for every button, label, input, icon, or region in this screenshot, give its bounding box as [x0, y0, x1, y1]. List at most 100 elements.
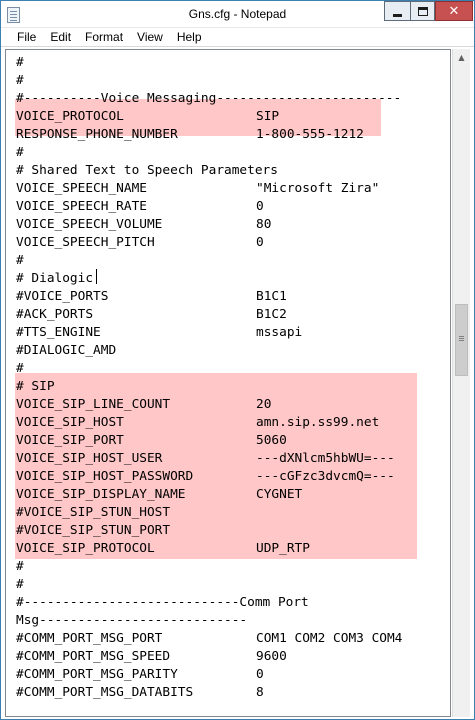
text-line: VOICE_SIP_HOST_PASSWORD ---cGFzc3dvcmQ=--…: [16, 468, 402, 486]
text-line: #: [16, 144, 402, 162]
line-key: #: [16, 577, 24, 592]
text-line: VOICE_SIP_PORT 5060: [16, 432, 402, 450]
menu-format[interactable]: Format: [77, 30, 129, 44]
text-caret: [96, 269, 97, 284]
line-key: #ACK_PORTS: [16, 307, 94, 322]
line-value: 8: [256, 685, 264, 700]
line-key: Msg---------------------------: [16, 613, 248, 628]
text-line: #DIALOGIC_AMD: [16, 342, 402, 360]
line-value: 9600: [256, 649, 287, 664]
menu-view[interactable]: View: [129, 30, 169, 44]
line-key: #VOICE_PORTS: [16, 289, 109, 304]
title-bar[interactable]: Gns.cfg - Notepad ✕: [1, 1, 474, 28]
text-line: VOICE_SIP_HOST amn.sip.ss99.net: [16, 414, 402, 432]
text-line: # Dialogic: [16, 270, 402, 288]
line-value: 0: [256, 235, 264, 250]
line-key: VOICE_SIP_HOST_USER: [16, 451, 163, 466]
vertical-scrollbar[interactable]: ▲: [452, 49, 470, 717]
line-value: COM1 COM2 COM3 COM4: [256, 631, 403, 646]
line-key: VOICE_SPEECH_RATE: [16, 199, 147, 214]
line-key: VOICE_SPEECH_NAME: [16, 181, 147, 196]
text-line: #TTS_ENGINE mssapi: [16, 324, 402, 342]
line-value: mssapi: [256, 325, 303, 340]
line-key: VOICE_SIP_DISPLAY_NAME: [16, 487, 186, 502]
line-key: VOICE_SIP_PROTOCOL: [16, 541, 155, 556]
line-key: VOICE_SIP_HOST: [16, 415, 124, 430]
line-key: VOICE_SPEECH_VOLUME: [16, 217, 163, 232]
line-key: #VOICE_SIP_STUN_PORT: [16, 523, 171, 538]
close-icon: ✕: [448, 3, 460, 19]
line-value: B1C2: [256, 307, 287, 322]
text-line: #----------------------------Comm Port: [16, 594, 402, 612]
line-key: RESPONSE_PHONE_NUMBER: [16, 127, 178, 142]
text-line: Msg---------------------------: [16, 612, 402, 630]
line-key: #: [16, 361, 24, 376]
text-line: VOICE_SPEECH_VOLUME 80: [16, 216, 402, 234]
menu-edit[interactable]: Edit: [42, 30, 77, 44]
maximize-icon: [417, 6, 428, 16]
line-value: 1-800-555-1212: [256, 127, 364, 142]
line-key: #COMM_PORT_MSG_SPEED: [16, 649, 171, 664]
line-key: #VOICE_SIP_STUN_HOST: [16, 505, 171, 520]
line-value: ---cGFzc3dvcmQ=---: [256, 469, 395, 484]
scrollbar-grip-icon: [459, 336, 464, 337]
text-line: #: [16, 558, 402, 576]
text-line: #: [16, 576, 402, 594]
line-key: #DIALOGIC_AMD: [16, 343, 117, 358]
text-line: #ACK_PORTS B1C2: [16, 306, 402, 324]
text-line: # SIP: [16, 378, 402, 396]
line-key: VOICE_PROTOCOL: [16, 109, 124, 124]
line-value: "Microsoft Zira": [256, 181, 380, 196]
maximize-button[interactable]: [410, 1, 435, 21]
line-value: ---dXNlcm5hbWU=---: [256, 451, 395, 466]
text-line: #----------Voice Messaging--------------…: [16, 90, 402, 108]
text-line: #VOICE_SIP_STUN_PORT: [16, 522, 402, 540]
menu-help[interactable]: Help: [169, 30, 208, 44]
line-value: CYGNET: [256, 487, 303, 502]
text-line: RESPONSE_PHONE_NUMBER 1-800-555-1212: [16, 126, 402, 144]
menu-file[interactable]: File: [9, 30, 42, 44]
text-content[interactable]: # # #----------Voice Messaging------------…: [16, 54, 402, 702]
line-key: #: [16, 73, 24, 88]
minimize-button[interactable]: [384, 1, 410, 21]
text-editor[interactable]: # # #----------Voice Messaging------------…: [5, 49, 451, 717]
text-line: VOICE_SPEECH_PITCH 0: [16, 234, 402, 252]
text-line: VOICE_SIP_PROTOCOL UDP_RTP: [16, 540, 402, 558]
line-key: #----------Voice Messaging--------------…: [16, 91, 402, 106]
line-key: VOICE_SPEECH_PITCH: [16, 235, 155, 250]
line-key: #COMM_PORT_MSG_DATABITS: [16, 685, 194, 700]
menu-bar: File Edit Format View Help: [1, 28, 474, 47]
text-line: VOICE_SIP_DISPLAY_NAME CYGNET: [16, 486, 402, 504]
line-value: 80: [256, 217, 272, 232]
minimize-icon: [393, 13, 402, 17]
text-line: VOICE_PROTOCOL SIP: [16, 108, 402, 126]
line-value: SIP: [256, 109, 280, 124]
line-key: VOICE_SIP_PORT: [16, 433, 124, 448]
line-key: #: [16, 55, 24, 70]
text-line: #: [16, 54, 402, 72]
scrollbar-thumb[interactable]: [455, 304, 468, 376]
line-value: UDP_RTP: [256, 541, 310, 556]
line-value: B1C1: [256, 289, 287, 304]
text-line: #: [16, 360, 402, 378]
text-line: VOICE_SIP_HOST_USER ---dXNlcm5hbWU=---: [16, 450, 402, 468]
scroll-up-arrow-icon[interactable]: ▲: [453, 49, 470, 66]
text-line: #: [16, 252, 402, 270]
line-key: #----------------------------Comm Port: [16, 595, 309, 610]
line-key: #: [16, 145, 24, 160]
text-line: #COMM_PORT_MSG_PARITY 0: [16, 666, 402, 684]
line-key: #: [16, 559, 24, 574]
text-line: VOICE_SIP_LINE_COUNT 20: [16, 396, 402, 414]
text-line: #COMM_PORT_MSG_SPEED 9600: [16, 648, 402, 666]
text-line: VOICE_SPEECH_NAME "Microsoft Zira": [16, 180, 402, 198]
line-key: VOICE_SIP_HOST_PASSWORD: [16, 469, 194, 484]
line-key: #: [16, 253, 24, 268]
line-value: 20: [256, 397, 272, 412]
text-line: VOICE_SPEECH_RATE 0: [16, 198, 402, 216]
text-line: #COMM_PORT_MSG_DATABITS 8: [16, 684, 402, 702]
text-line: #VOICE_SIP_STUN_HOST: [16, 504, 402, 522]
close-button[interactable]: ✕: [435, 1, 473, 21]
line-value: 5060: [256, 433, 287, 448]
line-key: VOICE_SIP_LINE_COUNT: [16, 397, 171, 412]
line-value: 0: [256, 667, 264, 682]
